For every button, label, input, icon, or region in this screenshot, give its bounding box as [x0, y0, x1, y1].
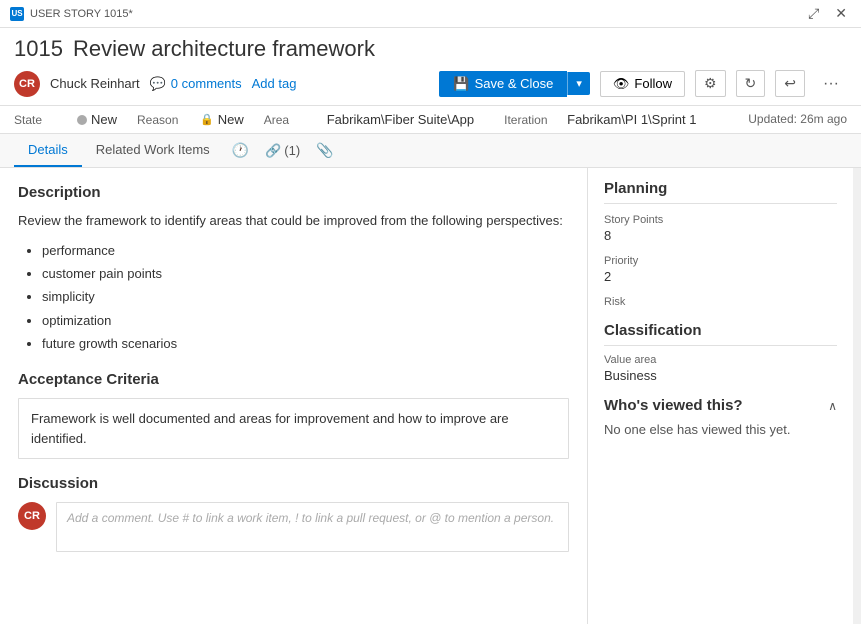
value-area-field: Value area Business [604, 354, 837, 383]
work-item-id: 1015 [14, 36, 63, 62]
title-bar-right: ⤢ ✕ [804, 5, 851, 22]
value-area-value: Business [604, 368, 837, 383]
planning-title: Planning [604, 180, 837, 204]
undo-button[interactable]: ↩ [775, 70, 805, 97]
add-tag-button[interactable]: Add tag [252, 76, 297, 91]
tabs-bar: Details Related Work Items 🕐 🔗 (1) 📎 [0, 134, 861, 168]
close-button[interactable]: ✕ [831, 5, 851, 22]
reason-field: Reason 🔒 New [137, 112, 244, 127]
area-label: Area [264, 113, 319, 127]
story-points-field: Story Points 8 [604, 214, 837, 243]
discussion-title: Discussion [18, 475, 569, 492]
toolbar-row: CR Chuck Reinhart 💬 0 comments Add tag 💾… [14, 70, 847, 97]
scroll-track [853, 168, 861, 624]
priority-label: Priority [604, 255, 837, 267]
comment-row: CR Add a comment. Use # to link a work i… [18, 502, 569, 552]
commenter-avatar: CR [18, 502, 46, 530]
description-title: Description [18, 184, 569, 201]
priority-value: 2 [604, 269, 837, 284]
list-item: simplicity [42, 285, 569, 308]
work-item-title-row: 1015 Review architecture framework [14, 36, 847, 62]
whos-viewed-title: Who's viewed this? [604, 397, 743, 414]
follow-button[interactable]: 👁 Follow [600, 71, 685, 97]
description-section: Description Review the framework to iden… [18, 184, 569, 355]
list-item: customer pain points [42, 262, 569, 285]
state-field: State New [14, 112, 117, 127]
more-button[interactable]: ··· [815, 71, 847, 97]
attach-icon-button[interactable]: 📎 [308, 136, 341, 165]
user-story-icon: US [10, 7, 24, 21]
save-close-button[interactable]: 💾 Save & Close [439, 71, 567, 97]
tab-related-work-items[interactable]: Related Work Items [82, 134, 224, 167]
iteration-field: Iteration Fabrikam\PI 1\Sprint 1 [504, 112, 696, 127]
comments-count: 0 comments [171, 76, 242, 91]
link-icon: 🔗 [265, 143, 281, 159]
links-tab[interactable]: 🔗 (1) [257, 137, 308, 165]
story-points-value: 8 [604, 228, 837, 243]
save-close-dropdown-button[interactable]: ▾ [567, 72, 590, 95]
reason-value: 🔒 New [200, 112, 244, 127]
title-bar-label: USER STORY 1015* [30, 8, 133, 20]
comments-icon: 💬 [150, 76, 166, 92]
lock-icon: 🔒 [200, 113, 214, 126]
acceptance-criteria-text: Framework is well documented and areas f… [18, 398, 569, 459]
story-points-label: Story Points [604, 214, 837, 226]
save-icon: 💾 [453, 76, 469, 92]
state-label: State [14, 113, 69, 127]
tab-details[interactable]: Details [14, 134, 82, 167]
fields-row: State New Reason 🔒 New Area Fabrikam\Fib… [0, 106, 861, 134]
settings-button[interactable]: ⚙ [695, 70, 726, 97]
area-iteration-group: Area Fabrikam\Fiber Suite\App Iteration … [264, 112, 697, 127]
priority-field: Priority 2 [604, 255, 837, 284]
save-close-group: 💾 Save & Close ▾ [439, 71, 589, 97]
list-item: optimization [42, 309, 569, 332]
risk-label: Risk [604, 296, 837, 308]
comments-button[interactable]: 💬 0 comments [150, 76, 242, 92]
value-area-label: Value area [604, 354, 837, 366]
risk-field: Risk [604, 296, 837, 308]
acceptance-criteria-section: Acceptance Criteria Framework is well do… [18, 371, 569, 459]
title-bar-left: US USER STORY 1015* [10, 7, 133, 21]
comment-input[interactable]: Add a comment. Use # to link a work item… [56, 502, 569, 552]
links-count: (1) [284, 143, 300, 158]
left-panel: Description Review the framework to iden… [0, 168, 588, 624]
iteration-label: Iteration [504, 113, 559, 127]
classification-title: Classification [604, 322, 837, 346]
reason-label: Reason [137, 113, 192, 127]
acceptance-criteria-title: Acceptance Criteria [18, 371, 569, 388]
description-bullets: performance customer pain points simplic… [18, 239, 569, 356]
refresh-button[interactable]: ↻ [736, 70, 766, 97]
title-bar: US USER STORY 1015* ⤢ ✕ [0, 0, 861, 28]
eye-icon: 👁 [613, 76, 630, 92]
header: 1015 Review architecture framework CR Ch… [0, 28, 861, 106]
updated-time: Updated: 26m ago [748, 112, 847, 126]
chevron-up-icon: ∧ [828, 399, 837, 413]
author-avatar: CR [14, 71, 40, 97]
work-item-title: Review architecture framework [73, 36, 375, 62]
iteration-value: Fabrikam\PI 1\Sprint 1 [567, 112, 696, 127]
state-value: New [77, 112, 117, 127]
main-content: Description Review the framework to iden… [0, 168, 861, 624]
list-item: performance [42, 239, 569, 262]
area-value: Fabrikam\Fiber Suite\App [327, 112, 474, 127]
whos-viewed-header[interactable]: Who's viewed this? ∧ [604, 397, 837, 414]
expand-button[interactable]: ⤢ [804, 5, 823, 22]
history-icon-button[interactable]: 🕐 [224, 136, 257, 165]
area-field: Area Fabrikam\Fiber Suite\App [264, 112, 474, 127]
whos-viewed-text: No one else has viewed this yet. [604, 422, 837, 437]
author-name: Chuck Reinhart [50, 76, 140, 91]
discussion-section: Discussion CR Add a comment. Use # to li… [18, 475, 569, 552]
right-panel: Planning Story Points 8 Priority 2 Risk … [588, 168, 853, 624]
list-item: future growth scenarios [42, 332, 569, 355]
state-dot [77, 115, 87, 125]
comment-placeholder: Add a comment. Use # to link a work item… [67, 511, 554, 525]
description-text: Review the framework to identify areas t… [18, 211, 569, 231]
